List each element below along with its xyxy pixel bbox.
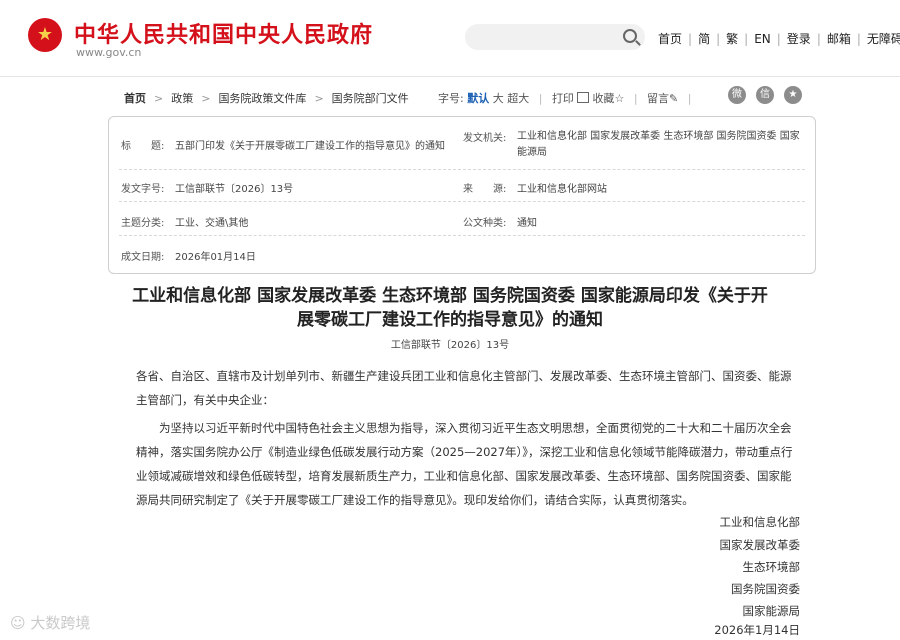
star-icon: ☆	[614, 92, 625, 105]
meta-title: 标 题: 五部门印发《关于开展零碳工厂建设工作的指导意见》的通知	[121, 141, 445, 152]
search-input[interactable]	[465, 24, 645, 50]
font-size-xlarge[interactable]: 超大	[507, 92, 529, 105]
meta-docno: 发文字号: 工信部联节〔2026〕13号	[121, 184, 294, 195]
comment-button[interactable]: 留言✎	[647, 92, 678, 105]
font-size-default[interactable]: 默认	[467, 92, 489, 105]
meta-topic: 主题分类: 工业、交通\其他	[121, 218, 249, 229]
article-doc-number: 工信部联节〔2026〕13号	[390, 340, 510, 351]
watermark-logo-icon: ☺	[10, 614, 31, 632]
site-header: ★ 中华人民共和国中央人民政府 www.gov.cn 首页 | 简 | 繁 | EN | 登录 |…	[0, 0, 900, 77]
national-emblem-icon[interactable]: ★	[28, 18, 62, 52]
search-icon[interactable]	[623, 29, 637, 43]
meta-type: 公文种类: 通知	[463, 218, 537, 229]
top-nav: 首页 | 简 | 繁 | EN | 登录 | 邮箱 | 无障碍	[658, 30, 900, 47]
meta-date: 成文日期: 2026年01月14日	[121, 252, 256, 263]
font-size-large[interactable]: 大	[493, 92, 504, 105]
article-title: 工业和信息化部 国家发展改革委 生态环境部 国务院国资委 国家能源局印发《关于开…	[132, 286, 768, 330]
signature-line: 国家发展改革委	[719, 538, 801, 552]
nav-mail[interactable]: 邮箱	[827, 32, 851, 46]
signature-line: 生态环境部	[742, 560, 801, 574]
favorites-star-icon[interactable]: ★	[784, 86, 802, 104]
breadcrumb-policy-library[interactable]: 国务院政策文件库	[218, 92, 306, 105]
signature-date: 2026年1月14日	[714, 623, 800, 637]
wechat-share-icon[interactable]: 信	[756, 86, 774, 104]
weibo-share-icon[interactable]: 微	[728, 86, 746, 104]
favorite-button[interactable]: 收藏☆	[592, 92, 624, 105]
nav-home[interactable]: 首页	[658, 32, 682, 46]
signature-line: 国家能源局	[742, 604, 801, 618]
site-name[interactable]: 中华人民共和国中央人民政府	[74, 17, 373, 49]
site-url: www.gov.cn	[76, 46, 142, 59]
printer-icon	[576, 92, 589, 103]
nav-accessibility[interactable]: 无障碍	[867, 32, 900, 46]
article-tools: 字号: 默认 大 超大 | 打印 收藏☆ | 留言✎ |	[438, 92, 692, 105]
article-paragraph-1: 各省、自治区、直辖市及计划单列市、新疆生产建设兵团工业和信息化主管部门、发展改革…	[136, 369, 792, 407]
signature-line: 工业和信息化部	[719, 515, 801, 529]
meta-source: 来 源: 工业和信息化部网站	[463, 184, 607, 195]
signature-line: 国务院国资委	[731, 582, 800, 596]
breadcrumb-dept-docs[interactable]: 国务院部门文件	[332, 92, 409, 105]
breadcrumb-home[interactable]: 首页	[124, 92, 146, 105]
nav-simplified[interactable]: 简	[698, 32, 710, 46]
breadcrumb: 首页 > 政策 > 国务院政策文件库 > 国务院部门文件	[124, 92, 409, 105]
breadcrumb-bar: 首页 > 政策 > 国务院政策文件库 > 国务院部门文件 字号: 默认 大 超大 | 打印 …	[108, 84, 816, 108]
watermark: ☺ 大数跨境	[10, 614, 91, 632]
document-metadata: 标 题: 五部门印发《关于开展零碳工厂建设工作的指导意见》的通知 发文机关: 工业和…	[108, 116, 816, 274]
nav-traditional[interactable]: 繁	[726, 32, 738, 46]
nav-login[interactable]: 登录	[787, 32, 811, 46]
breadcrumb-policy[interactable]: 政策	[171, 92, 193, 105]
pencil-icon: ✎	[669, 92, 679, 105]
article-paragraph-2: 为坚持以习近平新时代中国特色社会主义思想为指导，深入贯彻习近平生态文明思想，全面…	[136, 421, 793, 507]
print-button[interactable]: 打印	[552, 92, 589, 105]
meta-issuer: 发文机关: 工业和信息化部 国家发展改革委 生态环境部 国务院国资委 国家能源局	[463, 131, 800, 158]
font-size-label: 字号:	[438, 92, 464, 105]
nav-english[interactable]: EN	[754, 32, 771, 46]
